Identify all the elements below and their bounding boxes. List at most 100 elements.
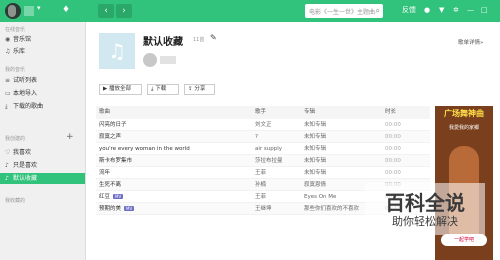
sidebar-item-label: 我喜欢 xyxy=(13,149,32,156)
song-name-cell[interactable]: 预期的美 MV xyxy=(99,203,254,215)
ad-subtitle: 我愛我的家鄉 xyxy=(448,125,479,131)
top-bar: ▾ ♦ ‹ › 电影《一生一世》主题曲 ⌕ 反馈 ● ▼ ✲ — □ xyxy=(0,0,500,22)
song-name[interactable]: 流年 xyxy=(99,170,110,176)
search-input[interactable]: 电影《一生一世》主题曲 ⌕ xyxy=(305,4,383,18)
sidebar: 在线音乐 ◉ 音乐馆 ♫ 乐库 我的音乐 ≡ 试听列表 ▭ 本地导入 ⤓ 下载的歌曲 我创… xyxy=(0,22,86,260)
search-icon[interactable]: ⌕ xyxy=(376,6,380,16)
header-album[interactable]: 专辑 xyxy=(304,106,315,119)
table-row[interactable]: 斯卡布罗集市 莎拉布拉曼 未知专辑 00:00 xyxy=(96,155,430,167)
user-avatar[interactable] xyxy=(5,3,21,19)
import-icon: ▭ xyxy=(5,90,11,97)
artist-cell[interactable]: 王菲 xyxy=(255,191,297,203)
share-label: 分享 xyxy=(194,86,206,92)
album-cell[interactable]: 未知专辑 xyxy=(304,143,380,155)
sidebar-item-play-list[interactable]: ≡ 试听列表 xyxy=(0,75,85,86)
duration-cell: 00:00 xyxy=(385,146,401,152)
sidebar-item-just-liked[interactable]: ♪ 只是喜欢 xyxy=(0,160,85,171)
album-cell[interactable]: 未知专辑 xyxy=(304,167,380,179)
artist-cell[interactable]: 刘文正 xyxy=(255,119,297,131)
song-name-cell[interactable]: 寂寞之声 xyxy=(99,131,254,143)
sidebar-item-label: 默认收藏 xyxy=(13,175,38,182)
table-row[interactable]: 闪亮的日子 刘文正 未知专辑 00:00 xyxy=(96,119,430,131)
album-cell[interactable]: 未知专辑 xyxy=(304,155,380,167)
song-name[interactable]: 斯卡布罗集市 xyxy=(99,158,132,164)
song-name-cell[interactable]: 红豆 MV xyxy=(99,191,254,203)
watermark-main: 百科全说 xyxy=(385,191,465,215)
maximize-icon[interactable]: □ xyxy=(481,5,488,16)
add-playlist-icon[interactable]: + xyxy=(66,133,74,142)
sidebar-item-label: 只是喜欢 xyxy=(13,162,38,169)
playlist-title: 默认收藏 xyxy=(143,37,183,48)
song-name-cell[interactable]: 生死不离 xyxy=(99,179,254,191)
search-placeholder: 电影《一生一世》主题曲 xyxy=(309,9,376,16)
song-name[interactable]: 寂寞之声 xyxy=(99,134,121,140)
sidebar-item-local-import[interactable]: ▭ 本地导入 xyxy=(0,88,85,99)
edit-icon[interactable]: ✎ xyxy=(210,33,217,42)
song-name-cell[interactable]: you're every woman in the world xyxy=(99,143,254,155)
album-cell[interactable]: 未知专辑 xyxy=(304,119,380,131)
library-icon: ♫ xyxy=(5,48,11,55)
song-name[interactable]: you're every woman in the world xyxy=(99,146,190,152)
minimize-icon[interactable]: — xyxy=(467,5,474,16)
sidebar-item-music-hall[interactable]: ◉ 音乐馆 xyxy=(0,34,85,45)
download-button[interactable]: ⤓ 下载 xyxy=(147,84,179,95)
heart-icon: ♡ xyxy=(5,149,11,156)
section-created: 我创建的 xyxy=(5,136,26,142)
table-row[interactable]: 流年 王菲 未知专辑 00:00 xyxy=(96,167,430,179)
creator-name[interactable] xyxy=(160,56,176,64)
artist-cell[interactable]: 孙楠 xyxy=(255,179,297,191)
play-all-button[interactable]: ▶ 播放全部 xyxy=(99,84,142,95)
sidebar-item-liked[interactable]: ♡ 我喜欢 xyxy=(0,147,85,158)
song-name[interactable]: 红豆 xyxy=(99,194,110,200)
table-row[interactable]: you're every woman in the world air suppl… xyxy=(96,143,430,155)
table-header: 歌曲 歌手 专辑 时长 xyxy=(96,106,430,119)
shirt-icon[interactable]: ▼ xyxy=(439,5,444,16)
sidebar-item-default-collection[interactable]: ♪ 默认收藏 xyxy=(0,173,85,184)
artist-cell[interactable]: ? xyxy=(255,131,297,143)
artist-cell[interactable]: 王继坤 xyxy=(255,203,297,215)
back-button[interactable]: ‹ xyxy=(98,4,114,18)
music-note-icon: ♫ xyxy=(108,39,126,63)
ad-title: 广场舞神曲 xyxy=(444,109,484,118)
note-icon: ♪ xyxy=(5,175,9,182)
table-row[interactable]: 寂寞之声? 未知专辑 00:00 xyxy=(96,131,430,143)
header-artist[interactable]: 歌手 xyxy=(255,106,266,119)
artist-cell[interactable]: 王菲 xyxy=(255,167,297,179)
play-all-label: 播放全部 xyxy=(108,86,131,92)
artist-cell[interactable]: air supply xyxy=(255,143,297,155)
mv-badge[interactable]: MV xyxy=(113,194,124,199)
skin-icon[interactable]: ♦ xyxy=(62,4,70,16)
ad-bubble: 一起学吧 xyxy=(441,234,487,246)
settings-icon[interactable]: ✲ xyxy=(453,5,459,16)
download-label: 下载 xyxy=(155,86,167,92)
header-song[interactable]: 歌曲 xyxy=(99,106,110,119)
duration-cell: 00:00 xyxy=(385,122,401,128)
feedback-link[interactable]: 反馈 xyxy=(402,5,416,16)
forward-button[interactable]: › xyxy=(116,4,132,18)
user-name[interactable] xyxy=(24,6,34,16)
chevron-down-icon[interactable]: ▾ xyxy=(37,4,41,12)
creator-avatar[interactable] xyxy=(143,53,157,67)
song-name-cell[interactable]: 闪亮的日子 xyxy=(99,119,254,131)
song-name[interactable]: 预期的美 xyxy=(99,206,121,212)
watermark: 百科全说 助你轻松解决 xyxy=(365,183,485,235)
sidebar-item-library[interactable]: ♫ 乐库 xyxy=(0,46,85,57)
album-cell[interactable]: 未知专辑 xyxy=(304,131,380,143)
section-my-music: 我的音乐 xyxy=(5,67,26,73)
mv-badge[interactable]: MV xyxy=(124,206,135,211)
song-name[interactable]: 生死不离 xyxy=(99,182,121,188)
section-online-music: 在线音乐 xyxy=(5,27,26,33)
song-name-cell[interactable]: 斯卡布罗集市 xyxy=(99,155,254,167)
artist-cell[interactable]: 莎拉布拉曼 xyxy=(255,155,297,167)
song-name-cell[interactable]: 流年 xyxy=(99,167,254,179)
download-icon: ⤓ xyxy=(5,103,8,110)
header-duration[interactable]: 时长 xyxy=(385,106,396,119)
watermark-sub: 助你轻松解决 xyxy=(392,215,458,228)
duration-cell: 00:00 xyxy=(385,134,401,140)
mascot-icon[interactable]: ● xyxy=(424,5,430,16)
sidebar-item-downloads[interactable]: ⤓ 下载的歌曲 xyxy=(0,101,85,112)
playlist-details-link[interactable]: 歌单详情» xyxy=(458,38,483,46)
song-name[interactable]: 闪亮的日子 xyxy=(99,122,127,128)
share-button[interactable]: ⇪ 分享 xyxy=(184,84,215,95)
duration-cell: 00:00 xyxy=(385,158,401,164)
